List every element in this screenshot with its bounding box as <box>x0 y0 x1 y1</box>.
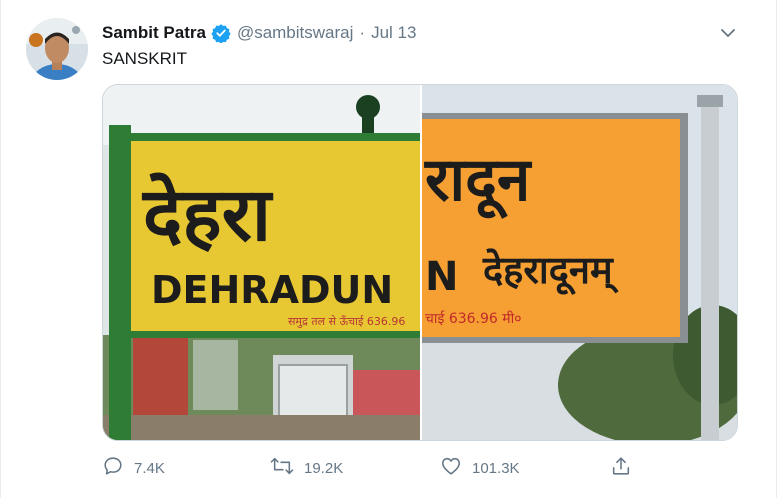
reply-icon <box>102 455 134 481</box>
share-icon <box>610 455 642 481</box>
right-sign-hindi-top: रादून <box>424 145 533 219</box>
chevron-down-icon[interactable] <box>717 22 739 44</box>
reply-count: 7.4K <box>134 459 165 477</box>
verified-badge-icon <box>211 23 231 44</box>
author-name[interactable]: Sambit Patra <box>102 23 206 43</box>
tweet-date[interactable]: Jul 13 <box>371 23 416 43</box>
avatar[interactable] <box>26 18 88 80</box>
retweet-icon <box>270 455 304 481</box>
separator-dot: · <box>359 23 366 42</box>
tweet-media[interactable]: देहरा DEHRADUN समुद्र तल से ऊँचाई 636.96 <box>102 84 738 441</box>
author-handle[interactable]: @sambitswaraj <box>237 23 353 43</box>
tweet-header: Sambit Patra @sambitswaraj · Jul 13 <box>102 22 416 44</box>
share-button[interactable] <box>610 455 642 481</box>
like-count: 101.3K <box>472 459 520 477</box>
right-photo: रादून N देहरादूनम् चाई 636.96 मी० <box>422 85 737 440</box>
right-sign-sanskrit: देहरादूनम् <box>482 248 619 295</box>
left-sign-hindi: देहरा <box>141 172 274 258</box>
left-sign-small: समुद्र तल से ऊँचाई 636.96 <box>288 315 405 328</box>
left-photo: देहरा DEHRADUN समुद्र तल से ऊँचाई 636.96 <box>103 85 421 440</box>
reply-button[interactable]: 7.4K <box>102 455 165 481</box>
tweet-card[interactable]: Sambit Patra @sambitswaraj · Jul 13 SANS… <box>0 0 777 498</box>
like-icon <box>440 455 472 481</box>
right-sign-english-fragment: N <box>425 254 458 300</box>
tweet-actions: 7.4K 19.2K 101.3K <box>102 455 702 481</box>
right-sign-small: चाई 636.96 मी० <box>425 310 522 327</box>
left-sign-english: DEHRADUN <box>151 268 393 312</box>
tweet-text: SANSKRIT <box>102 49 188 68</box>
retweet-count: 19.2K <box>304 459 344 477</box>
retweet-button[interactable]: 19.2K <box>270 455 343 481</box>
like-button[interactable]: 101.3K <box>440 455 520 481</box>
